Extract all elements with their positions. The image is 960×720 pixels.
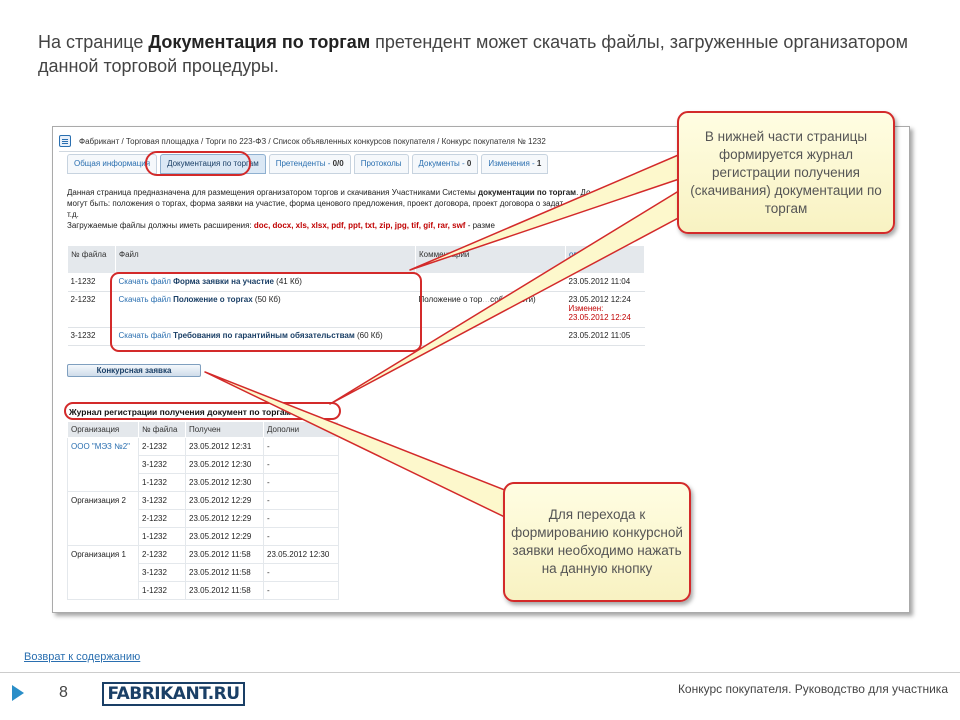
fabrikant-logo: FABRIKANT.RU bbox=[102, 682, 245, 706]
highlight-ring-files bbox=[110, 272, 422, 352]
document-list-icon bbox=[59, 135, 71, 147]
callout-journal-info: В нижней части страницы формируется журн… bbox=[677, 111, 895, 234]
tab-applicants[interactable]: Претенденты - 0/0 bbox=[268, 154, 351, 174]
org-link[interactable]: ООО "МЭЗ №2" bbox=[67, 437, 139, 492]
table-row: Организация 2 3-1232 23.05.2012 12:29- bbox=[67, 491, 339, 546]
journal-table: Организация № файла Получен Дополни ООО … bbox=[67, 421, 339, 600]
tab-protocols[interactable]: Протоколы bbox=[353, 154, 409, 174]
files-table-header: № файла Файл Комментарий ован енен bbox=[67, 245, 645, 274]
highlight-ring-docs-tab bbox=[145, 151, 251, 176]
play-icon[interactable] bbox=[12, 685, 24, 701]
journal-table-header: Организация № файла Получен Дополни bbox=[67, 421, 339, 438]
footer-divider bbox=[0, 672, 960, 673]
org-name: Организация 1 bbox=[67, 545, 139, 600]
table-row: Организация 1 2-1232 23.05.2012 11:58 23.0… bbox=[67, 545, 339, 600]
tab-documents[interactable]: Документы - 0 bbox=[411, 154, 479, 174]
tab-changes[interactable]: Изменения - 1 bbox=[481, 154, 549, 174]
intro-highlight: Документация по торгам bbox=[148, 32, 371, 52]
breadcrumb: Фабрикант / Торговая площадка / Торги по… bbox=[59, 133, 546, 149]
org-name: Организация 2 bbox=[67, 491, 139, 546]
page-number: 8 bbox=[59, 684, 68, 701]
intro-text: На странице Документация по торгам прете… bbox=[38, 32, 908, 76]
highlight-ring-journal bbox=[64, 402, 341, 420]
page-description: Данная страница предназначена для размещ… bbox=[67, 188, 591, 230]
footer-title: Конкурс покупателя. Руководство для учас… bbox=[677, 682, 948, 696]
tender-application-button[interactable]: Конкурсная заявка bbox=[67, 364, 201, 377]
back-to-contents-link[interactable]: Возврат к содержанию bbox=[24, 651, 140, 663]
tab-general-info[interactable]: Общая информация bbox=[67, 154, 158, 174]
tab-bar: Общая информация Документация по торгам … bbox=[67, 154, 549, 174]
callout-apply-info: Для перехода к формированию конкурсной з… bbox=[503, 482, 691, 602]
table-row: ООО "МЭЗ №2" 2-1232 23.05.2012 12:31- bbox=[67, 437, 339, 492]
